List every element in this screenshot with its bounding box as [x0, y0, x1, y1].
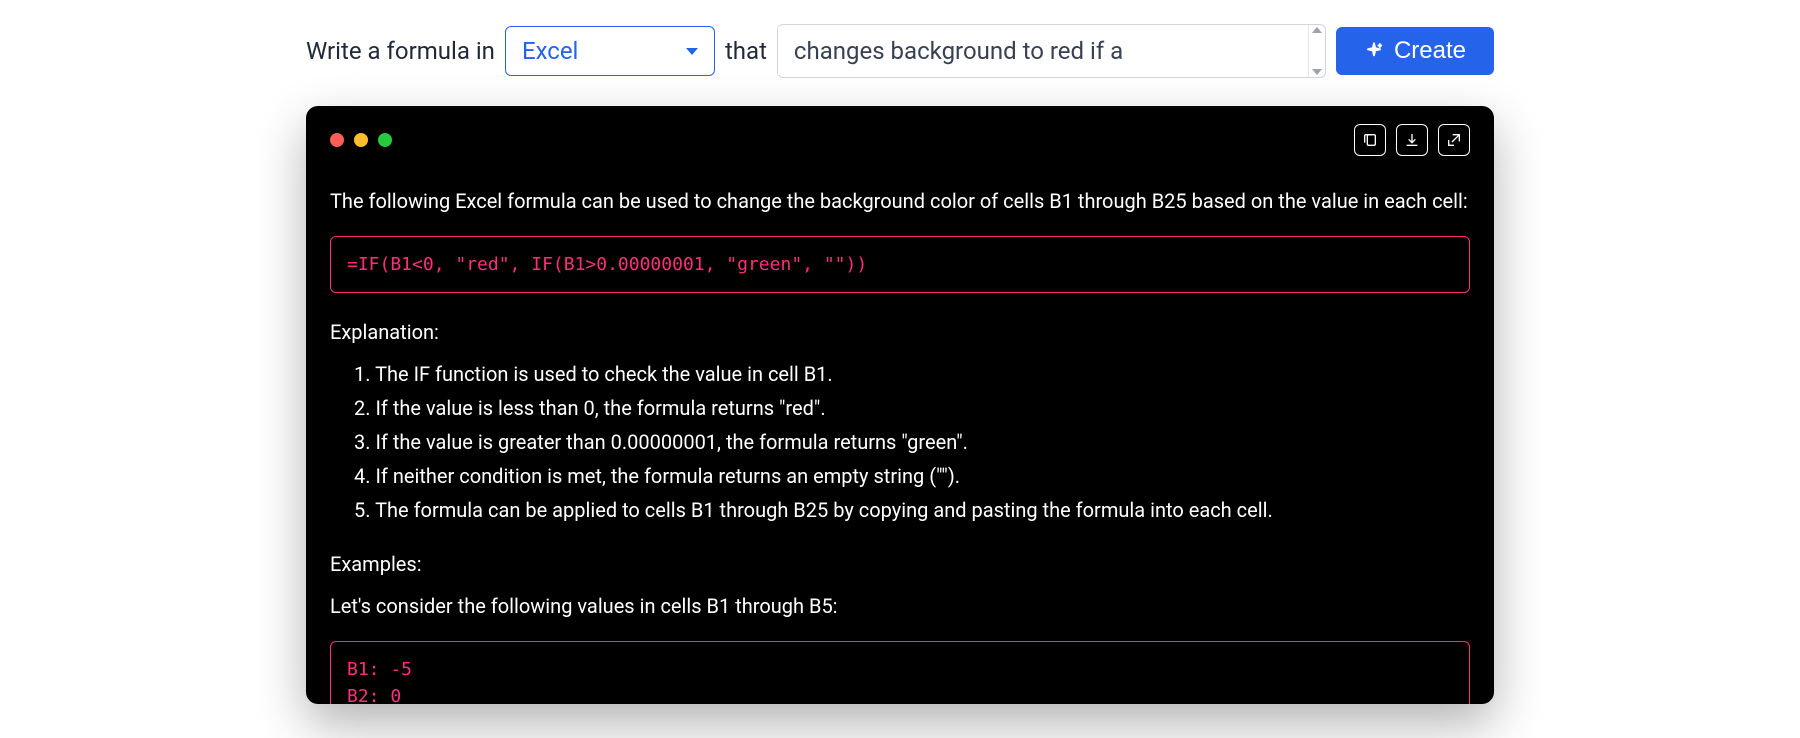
output-terminal: The following Excel formula can be used … — [306, 106, 1494, 704]
formula-input-bar: Write a formula in Excel that Create — [306, 24, 1494, 78]
window-controls — [330, 133, 392, 147]
copy-button[interactable] — [1354, 124, 1386, 156]
list-item: 1. The IF function is used to check the … — [354, 359, 1470, 389]
window-minimize-dot[interactable] — [354, 133, 368, 147]
explanation-list: 1. The IF function is used to check the … — [330, 359, 1470, 525]
list-item: 3. If the value is greater than 0.000000… — [354, 427, 1470, 457]
spinner-up-icon[interactable] — [1312, 27, 1322, 33]
sparkle-icon — [1364, 41, 1384, 61]
prefix-label: Write a formula in — [306, 37, 495, 65]
example-values-block: B1: -5 B2: 0 — [330, 641, 1470, 704]
terminal-header — [306, 106, 1494, 170]
examples-intro: Let's consider the following values in c… — [330, 591, 1470, 621]
explanation-heading: Explanation: — [330, 317, 1470, 347]
download-icon — [1404, 132, 1420, 148]
platform-dropdown[interactable]: Excel — [505, 26, 715, 76]
terminal-actions — [1354, 124, 1470, 156]
expand-button[interactable] — [1438, 124, 1470, 156]
prompt-input[interactable] — [778, 27, 1308, 75]
create-button[interactable]: Create — [1336, 27, 1494, 75]
spinner-down-icon[interactable] — [1312, 69, 1322, 75]
examples-heading: Examples: — [330, 549, 1470, 579]
list-item: 4. If neither condition is met, the form… — [354, 461, 1470, 491]
download-button[interactable] — [1396, 124, 1428, 156]
clipboard-icon — [1362, 132, 1378, 148]
list-item: 5. The formula can be applied to cells B… — [354, 495, 1470, 525]
formula-code-block: =IF(B1<0, "red", IF(B1>0.00000001, "gree… — [330, 236, 1470, 293]
prompt-input-wrapper — [777, 24, 1326, 78]
dropdown-selected: Excel — [522, 37, 578, 65]
create-button-label: Create — [1394, 37, 1466, 65]
textarea-spinner — [1308, 25, 1325, 77]
intro-text: The following Excel formula can be used … — [330, 186, 1470, 216]
window-close-dot[interactable] — [330, 133, 344, 147]
window-maximize-dot[interactable] — [378, 133, 392, 147]
terminal-content[interactable]: The following Excel formula can be used … — [306, 170, 1494, 704]
list-item: 2. If the value is less than 0, the form… — [354, 393, 1470, 423]
mid-label: that — [725, 37, 767, 65]
chevron-down-icon — [686, 48, 698, 55]
external-link-icon — [1446, 132, 1462, 148]
